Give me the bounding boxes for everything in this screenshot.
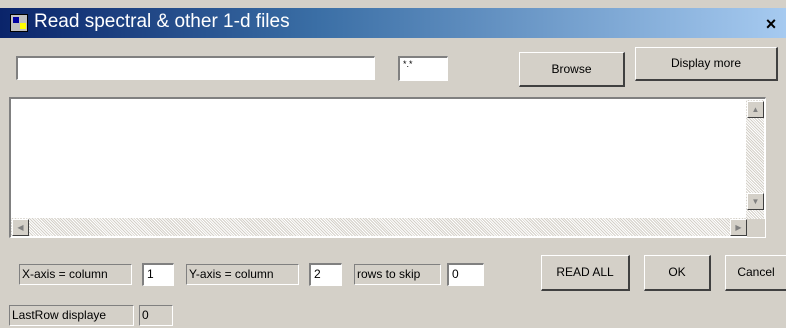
scroll-left-button[interactable]: ◀ <box>12 219 29 236</box>
window-title: Read spectral & other 1-d files <box>34 11 290 32</box>
read-all-button[interactable]: READ ALL <box>541 255 630 291</box>
file-content-area[interactable] <box>9 97 766 238</box>
last-row-label: LastRow displaye <box>9 305 134 326</box>
last-row-value: 0 <box>139 305 173 326</box>
horizontal-scrollbar[interactable] <box>11 218 747 236</box>
file-filter-input[interactable]: *.* <box>398 56 448 81</box>
app-icon <box>10 14 28 32</box>
x-axis-label: X-axis = column <box>19 264 132 285</box>
scroll-up-button[interactable]: ▲ <box>747 101 764 118</box>
x-axis-column-input[interactable]: 1 <box>142 263 174 286</box>
close-button[interactable]: × <box>760 14 782 34</box>
scroll-corner <box>747 219 765 237</box>
rows-to-skip-input[interactable]: 0 <box>447 263 484 286</box>
scroll-right-button[interactable]: ▶ <box>730 219 747 236</box>
y-axis-column-input[interactable]: 2 <box>309 263 342 286</box>
rows-to-skip-label: rows to skip <box>354 264 441 285</box>
y-axis-label: Y-axis = column <box>186 264 299 285</box>
ok-button[interactable]: OK <box>644 255 711 291</box>
browse-button[interactable]: Browse <box>519 52 625 87</box>
file-path-input[interactable] <box>16 56 375 80</box>
scroll-down-button[interactable]: ▼ <box>747 193 764 210</box>
display-more-button[interactable]: Display more <box>635 47 778 81</box>
cancel-button[interactable]: Cancel <box>725 255 786 291</box>
